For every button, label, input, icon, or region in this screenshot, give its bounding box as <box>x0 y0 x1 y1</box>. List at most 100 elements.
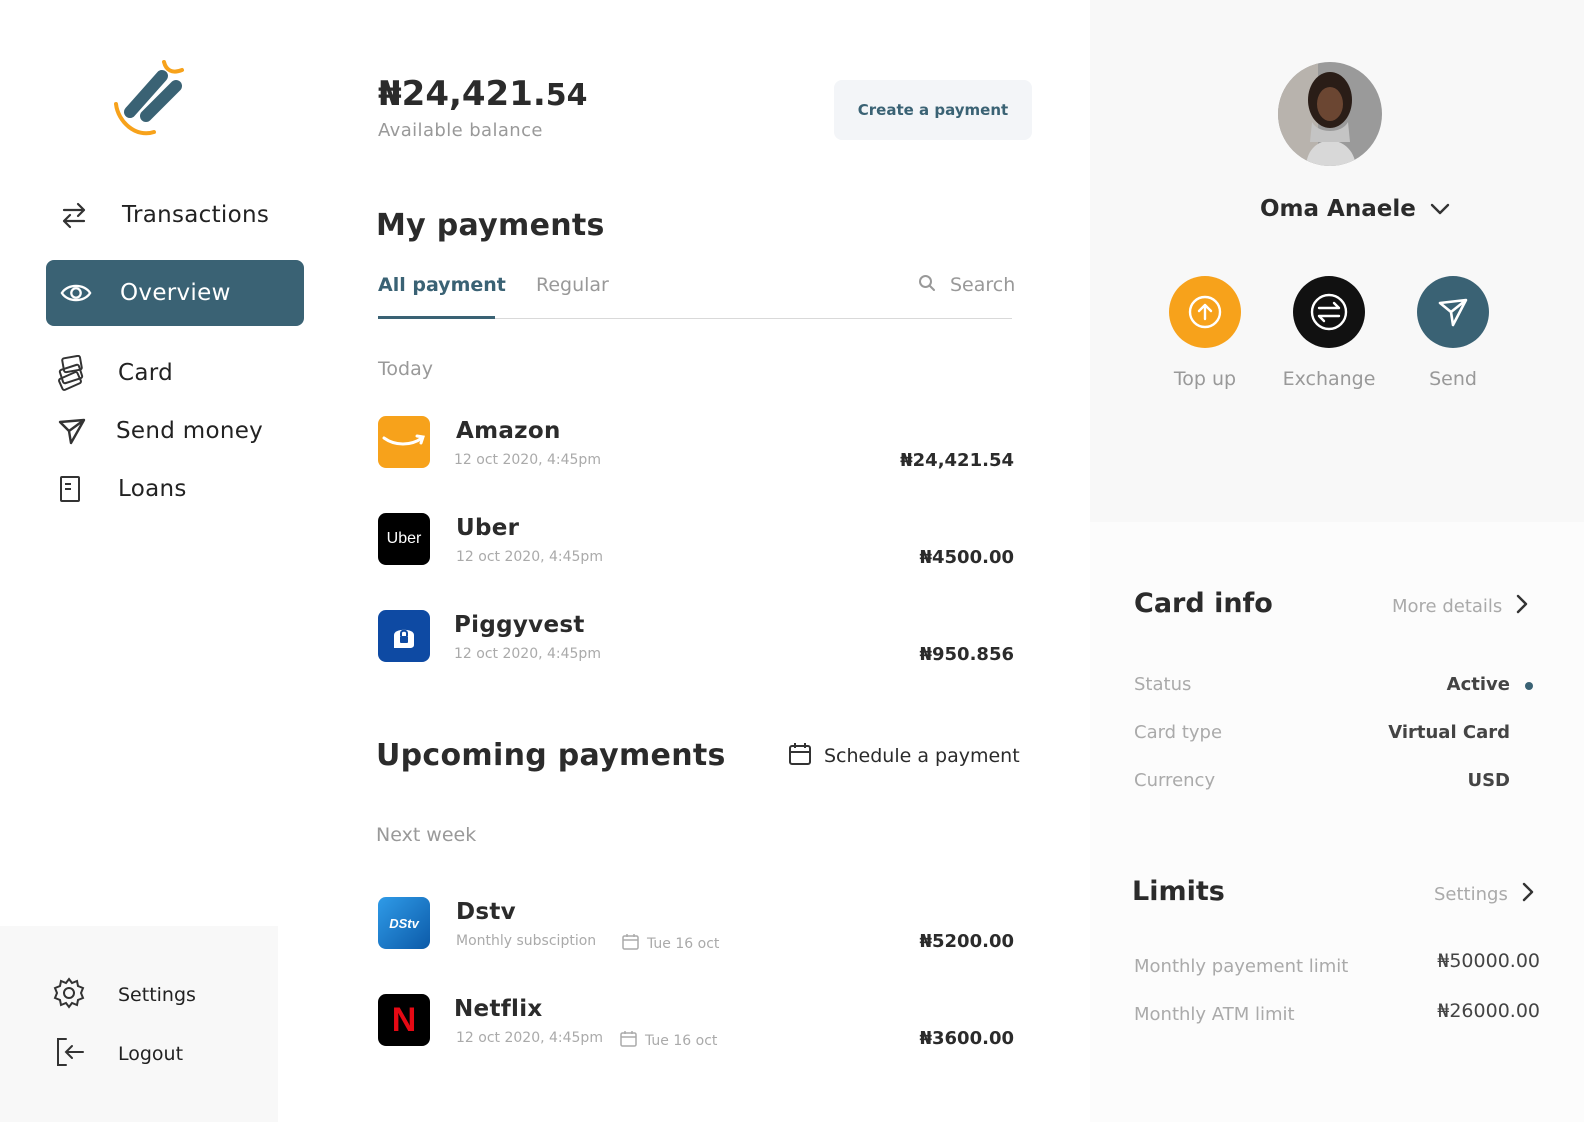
limits-settings-link[interactable]: Settings <box>1434 882 1534 907</box>
more-details-link[interactable]: More details <box>1392 594 1528 619</box>
limits-title: Limits <box>1132 876 1225 907</box>
payment-due-date: Tue 16 oct <box>645 1032 718 1049</box>
sidebar-item-transactions[interactable]: Transactions <box>46 182 304 248</box>
more-details-label: More details <box>1392 596 1503 617</box>
card-status-label: Status <box>1134 674 1192 695</box>
dstv-logo: DStv <box>378 897 430 949</box>
paper-plane-icon <box>56 415 88 447</box>
group-label-next-week: Next week <box>376 824 477 846</box>
sidebar-item-label: Send money <box>116 418 264 444</box>
sidebar-item-label: Transactions <box>122 202 270 228</box>
payment-date: 12 oct 2020, 4:45pm <box>454 452 601 468</box>
settings-label: Settings <box>118 984 196 1006</box>
sidebar-item-card[interactable]: Card <box>46 340 304 406</box>
search-icon <box>918 274 936 296</box>
available-balance-label: Available balance <box>378 120 543 141</box>
sidebar-item-send-money[interactable]: Send money <box>46 398 304 464</box>
currency-label: Currency <box>1134 770 1216 791</box>
payment-date: 12 oct 2020, 4:45pm <box>456 1030 603 1046</box>
settings-button[interactable]: Settings <box>52 976 196 1014</box>
amazon-logo <box>378 416 430 468</box>
calendar-icon <box>620 1030 637 1051</box>
my-payments-title: My payments <box>376 208 605 243</box>
user-name: Oma Anaele <box>1260 196 1416 222</box>
sidebar-item-label: Card <box>118 360 174 386</box>
group-label-today: Today <box>378 358 433 380</box>
chevron-right-icon <box>1522 882 1534 907</box>
sidebar-item-label: Overview <box>120 280 231 306</box>
upcoming-payments-title: Upcoming payments <box>376 738 726 773</box>
card-stack-icon <box>56 355 88 391</box>
dstv-logo-text: DStv <box>389 915 419 931</box>
logout-icon <box>54 1036 86 1072</box>
action-label: Send <box>1429 368 1477 390</box>
brand-logo <box>110 56 194 140</box>
card-info-title: Card info <box>1134 588 1273 619</box>
arrow-up-circle-icon <box>1169 276 1241 348</box>
payment-row-piggyvest[interactable]: Piggyvest 12 oct 2020, 4:45pm ₦950.856 <box>378 610 1014 676</box>
netflix-logo-text: N <box>391 1000 417 1039</box>
payment-name: Dstv <box>456 899 516 925</box>
payment-date: 12 oct 2020, 4:45pm <box>456 549 603 565</box>
card-type-value: Virtual Card <box>1388 722 1510 743</box>
available-balance-amount: ₦24,421.54 <box>378 74 588 114</box>
sidebar-item-loans[interactable]: Loans <box>46 456 304 522</box>
eye-icon <box>60 277 92 309</box>
avatar[interactable] <box>1278 62 1382 166</box>
card-status-value: Active <box>1446 674 1510 695</box>
payment-name: Uber <box>456 515 520 541</box>
monthly-payment-limit-value: ₦50000.00 <box>1437 950 1540 972</box>
payment-description: Monthly subsciption <box>456 933 597 949</box>
calendar-icon <box>622 933 639 954</box>
top-up-button[interactable]: Top up <box>1140 276 1270 390</box>
action-label: Top up <box>1173 368 1237 390</box>
payment-due-date: Tue 16 oct <box>647 935 720 952</box>
calendar-icon <box>788 742 812 770</box>
schedule-payment-button[interactable]: Schedule a payment <box>788 742 1020 770</box>
monthly-atm-limit-label: Monthly ATM limit <box>1134 1004 1295 1025</box>
payment-amount: ₦5200.00 <box>919 931 1014 952</box>
payment-row-amazon[interactable]: Amazon 12 oct 2020, 4:45pm ₦24,421.54 <box>378 416 1014 482</box>
transfer-arrows-icon <box>58 199 90 231</box>
sidebar-footer <box>0 926 278 1122</box>
user-menu[interactable]: Oma Anaele <box>1260 196 1450 222</box>
payment-amount: ₦950.856 <box>919 644 1014 665</box>
netflix-logo: N <box>378 994 430 1046</box>
payment-amount: ₦3600.00 <box>919 1028 1014 1049</box>
payment-row-dstv[interactable]: DStv Dstv Monthly subsciption Tue 16 oct… <box>378 897 1014 963</box>
send-button[interactable]: Send <box>1388 276 1518 390</box>
payment-due: Tue 16 oct <box>622 933 719 954</box>
payment-date: 12 oct 2020, 4:45pm <box>454 646 601 662</box>
create-payment-button[interactable]: Create a payment <box>834 80 1032 140</box>
payment-due: Tue 16 oct <box>620 1030 717 1051</box>
tab-all-payment[interactable]: All payment <box>378 274 506 296</box>
sidebar-item-label: Loans <box>118 476 187 502</box>
tab-regular[interactable]: Regular <box>536 274 609 296</box>
exchange-button[interactable]: Exchange <box>1264 276 1394 390</box>
logout-label: Logout <box>118 1043 184 1065</box>
gear-icon <box>52 976 86 1014</box>
logout-button[interactable]: Logout <box>54 1036 183 1072</box>
card-type-label: Card type <box>1134 722 1223 743</box>
schedule-payment-label: Schedule a payment <box>824 745 1020 767</box>
chevron-down-icon <box>1430 196 1450 222</box>
uber-logo: Uber <box>378 513 430 565</box>
uber-logo-text: Uber <box>386 530 422 547</box>
search-label: Search <box>950 274 1016 296</box>
payment-name: Piggyvest <box>454 612 585 638</box>
payment-amount: ₦24,421.54 <box>900 450 1014 471</box>
limits-settings-label: Settings <box>1434 884 1508 905</box>
piggyvest-logo <box>378 610 430 662</box>
status-dot <box>1525 682 1533 690</box>
payment-row-netflix[interactable]: N Netflix 12 oct 2020, 4:45pm Tue 16 oct… <box>378 994 1014 1060</box>
document-icon <box>54 473 86 505</box>
monthly-atm-limit-value: ₦26000.00 <box>1437 1000 1540 1022</box>
search-button[interactable]: Search <box>918 274 1015 296</box>
payment-row-uber[interactable]: Uber Uber 12 oct 2020, 4:45pm ₦4500.00 <box>378 513 1014 579</box>
payment-amount: ₦4500.00 <box>919 547 1014 568</box>
payment-name: Amazon <box>456 418 561 444</box>
action-label: Exchange <box>1282 368 1376 390</box>
chevron-right-icon <box>1516 594 1528 619</box>
active-tab-indicator <box>378 316 495 319</box>
sidebar-item-overview[interactable]: Overview <box>46 260 304 326</box>
